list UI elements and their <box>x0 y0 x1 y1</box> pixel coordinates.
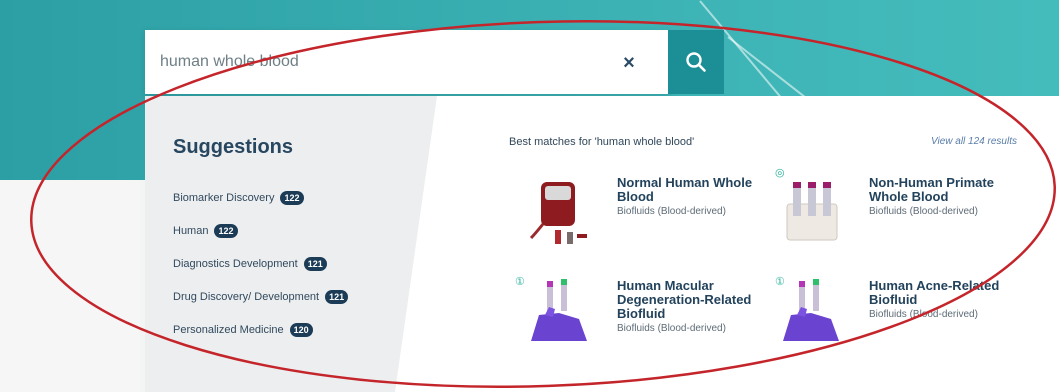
view-all-results-link[interactable]: View all 124 results <box>931 136 1017 147</box>
suggestion-item[interactable]: Diagnostics Development 121 <box>173 254 327 274</box>
result-category: Biofluids (Blood-derived) <box>617 206 726 217</box>
suggestion-label: Biomarker Discovery <box>173 192 275 204</box>
suggestions-panel: Suggestions Biomarker Discovery 122 Huma… <box>145 96 437 392</box>
result-title: Normal Human Whole Blood <box>617 175 753 204</box>
result-card[interactable]: Normal Human Whole Blood Biofluids (Bloo… <box>525 176 795 266</box>
count-badge: 122 <box>214 224 238 238</box>
page-background <box>0 180 140 392</box>
suggestions-title: Suggestions <box>173 136 294 158</box>
tube-rack-image <box>786 182 838 241</box>
suggestion-label: Diagnostics Development <box>173 258 298 270</box>
gloved-hand-tubes-image <box>531 279 587 341</box>
suggestion-item[interactable]: Drug Discovery/ Development 121 <box>173 287 349 307</box>
suggestion-item[interactable]: Biomarker Discovery 122 <box>173 188 304 208</box>
gloved-hand-tubes-image <box>783 279 839 341</box>
count-badge: 121 <box>325 290 349 304</box>
result-card[interactable]: ① Human Macular Degeneration-Related Bio… <box>515 276 795 369</box>
suggestion-item[interactable]: Personalized Medicine 120 <box>173 320 313 340</box>
result-category: Biofluids (Blood-derived) <box>869 206 978 217</box>
count-badge: 120 <box>289 323 313 337</box>
info-icon: ① <box>515 276 525 288</box>
result-title: Non-Human Primate Whole Blood <box>869 175 994 204</box>
results-slant-edge <box>395 96 437 392</box>
blood-bag-image <box>529 182 587 244</box>
search-button[interactable] <box>668 30 724 94</box>
suggestion-label: Personalized Medicine <box>173 324 284 336</box>
best-matches-heading: Best matches for 'human whole blood' <box>509 136 695 148</box>
results-panel: Best matches for 'human whole blood' Vie… <box>437 96 1059 392</box>
count-badge: 121 <box>303 257 327 271</box>
suggestion-item[interactable]: Human 122 <box>173 221 238 241</box>
close-icon: × <box>623 52 635 74</box>
suggestion-label: Drug Discovery/ Development <box>173 291 320 303</box>
search-icon <box>686 52 706 72</box>
result-category: Biofluids (Blood-derived) <box>869 309 978 320</box>
search-input[interactable] <box>160 50 580 74</box>
suggestion-label: Human <box>173 225 209 237</box>
search-bar: × <box>145 30 670 94</box>
result-card[interactable]: ◎ Non-Human Primate Whole Blood Biofluid… <box>775 167 1047 266</box>
result-category: Biofluids (Blood-derived) <box>617 323 726 334</box>
clear-search-button[interactable]: × <box>615 49 643 77</box>
count-badge: 122 <box>280 191 304 205</box>
result-title: Human Macular Degeneration-Related Biofl… <box>617 278 752 321</box>
result-title: Human Acne-Related Biofluid <box>869 278 1000 307</box>
result-card[interactable]: ① Human Acne-Related Biofluid Biofluids … <box>775 276 1047 369</box>
